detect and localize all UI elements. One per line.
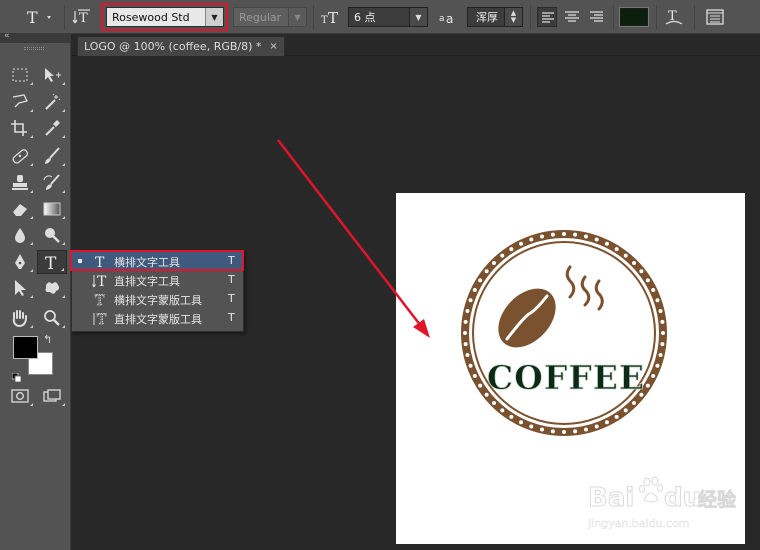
annotation-arrow bbox=[277, 139, 430, 338]
baidu-logo: Bai du 经验 jingyan.baidu.com bbox=[587, 476, 737, 530]
svg-text:经验: 经验 bbox=[698, 488, 736, 511]
baidu-jingyan-watermark: Bai du 经验 jingyan.baidu.com bbox=[586, 472, 737, 532]
foreground-color-swatch[interactable] bbox=[13, 336, 38, 359]
svg-text:jingyan.baidu.com: jingyan.baidu.com bbox=[587, 517, 690, 530]
paw-icon bbox=[639, 476, 663, 503]
svg-text:du: du bbox=[664, 483, 701, 513]
svg-text:Bai: Bai bbox=[588, 483, 634, 513]
